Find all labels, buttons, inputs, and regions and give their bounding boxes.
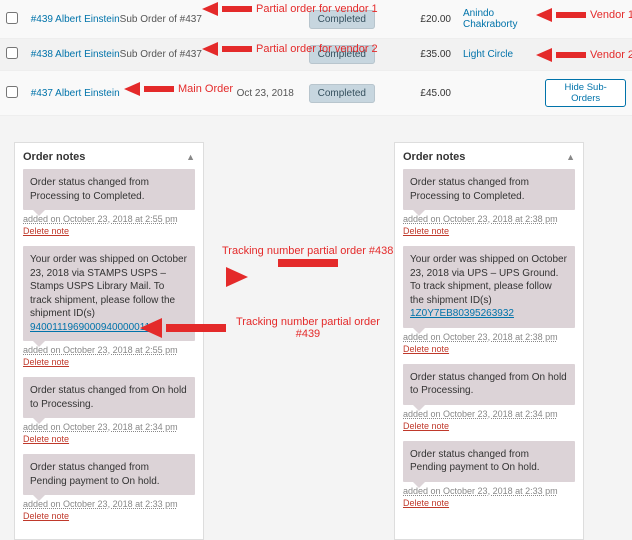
delete-note-link[interactable]: Delete note	[23, 511, 195, 521]
order-note: Your order was shipped on October 23, 20…	[403, 246, 575, 328]
order-price: £45.00	[395, 71, 457, 116]
panel-title: Order notes ▲	[23, 151, 195, 163]
note-meta: added on October 23, 2018 at 2:38 pm	[403, 214, 575, 224]
tracking-link[interactable]: 1Z0Y7EB80395263932	[410, 308, 514, 319]
note-meta: added on October 23, 2018 at 2:34 pm	[23, 422, 195, 432]
order-price: £35.00	[395, 39, 457, 71]
order-notes-right: Order notes ▲ Order status changed from …	[394, 142, 584, 540]
delete-note-link[interactable]: Delete note	[403, 226, 575, 236]
order-notes-left: Order notes ▲ Order status changed from …	[14, 142, 204, 540]
row-checkbox[interactable]	[6, 86, 18, 98]
panel-title: Order notes ▲	[403, 151, 575, 163]
status-badge: Completed	[309, 84, 375, 103]
note-meta: added on October 23, 2018 at 2:55 pm	[23, 345, 195, 355]
order-note: Order status changed from Processing to …	[23, 169, 195, 210]
delete-note-link[interactable]: Delete note	[403, 344, 575, 354]
delete-note-link[interactable]: Delete note	[403, 498, 575, 508]
order-note: Order status changed from Processing to …	[403, 169, 575, 210]
order-date: Oct 23, 2018	[231, 71, 303, 116]
orders-table: #439 Albert EinsteinSub Order of #437Com…	[0, 0, 632, 116]
order-note: Order status changed from Pending paymen…	[403, 441, 575, 482]
vendor-link[interactable]: Light Circle	[463, 49, 513, 60]
order-row: #437 Albert Einstein Oct 23, 2018 Complete…	[0, 71, 632, 116]
order-note: Your order was shipped on October 23, 20…	[23, 246, 195, 341]
order-date	[231, 39, 303, 71]
note-meta: added on October 23, 2018 at 2:55 pm	[23, 214, 195, 224]
delete-note-link[interactable]: Delete note	[403, 421, 575, 431]
order-note: Order status changed from On hold to Pro…	[403, 364, 575, 405]
delete-note-link[interactable]: Delete note	[23, 226, 195, 236]
order-date	[231, 0, 303, 39]
order-link[interactable]: #439 Albert Einstein	[31, 14, 120, 25]
row-checkbox[interactable]	[6, 12, 18, 24]
delete-note-link[interactable]: Delete note	[23, 357, 195, 367]
delete-note-link[interactable]: Delete note	[23, 434, 195, 444]
order-note: Order status changed from On hold to Pro…	[23, 377, 195, 418]
order-row: #438 Albert EinsteinSub Order of #437 Com…	[0, 39, 632, 71]
order-link[interactable]: #437 Albert Einstein	[31, 88, 120, 99]
status-badge: Completed	[309, 45, 375, 64]
vendor-link[interactable]: Anindo Chakraborty	[463, 8, 517, 30]
order-row: #439 Albert EinsteinSub Order of #437 Com…	[0, 0, 632, 39]
collapse-icon[interactable]: ▲	[566, 152, 575, 162]
tracking-link[interactable]: 9400111969000940000011	[30, 322, 150, 333]
order-note: Order status changed from Pending paymen…	[23, 454, 195, 495]
note-meta: added on October 23, 2018 at 2:33 pm	[403, 486, 575, 496]
sub-order-text: Sub Order of #437	[120, 49, 202, 60]
hide-suborders-button[interactable]: Hide Sub-Orders	[545, 79, 626, 107]
status-badge: Completed	[309, 10, 375, 29]
note-meta: added on October 23, 2018 at 2:33 pm	[23, 499, 195, 509]
row-checkbox[interactable]	[6, 47, 18, 59]
sub-order-text: Sub Order of #437	[120, 14, 202, 25]
note-meta: added on October 23, 2018 at 2:34 pm	[403, 409, 575, 419]
order-price: £20.00	[395, 0, 457, 39]
collapse-icon[interactable]: ▲	[186, 152, 195, 162]
order-link[interactable]: #438 Albert Einstein	[31, 49, 120, 60]
note-meta: added on October 23, 2018 at 2:38 pm	[403, 332, 575, 342]
